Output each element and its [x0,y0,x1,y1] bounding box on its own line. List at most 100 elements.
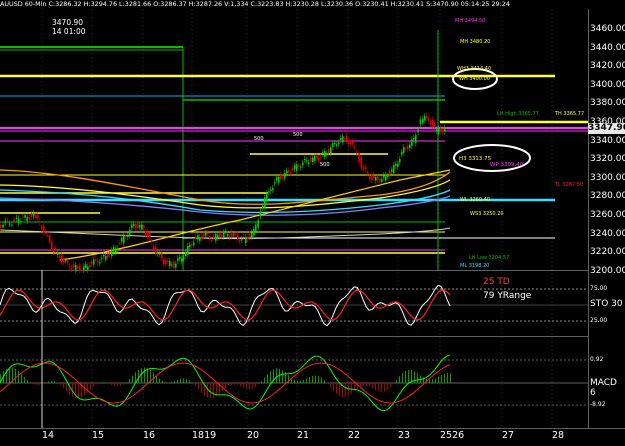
macd-histogram-bar [189,380,190,383]
macd-histogram-bar [378,383,379,392]
candle-body [28,217,31,220]
candle-body [257,220,259,228]
macd-histogram-bar [90,383,91,390]
macd-histogram-bar [66,383,67,392]
candle-body [367,172,369,174]
crosshair-readout: 3470.90 14 01:00 [52,18,86,36]
macd-histogram-bar [294,379,295,383]
macd-histogram-bar [282,370,283,383]
candle-body [61,254,63,263]
price-axis-tick: 3260.00 [590,210,625,220]
date-axis-tick: 28 [552,430,565,441]
macd-histogram-bar [387,383,388,390]
candle-body [20,221,22,223]
macd-histogram-bar [351,383,352,394]
candle-body [245,237,247,243]
candle-body [360,157,363,168]
candle-body [354,146,356,148]
candle-body [358,153,360,162]
candle-body [286,170,288,174]
macd-histogram-bar [93,383,94,387]
date-axis-tick: 1819 [192,430,217,441]
macd-histogram-bar [144,367,145,383]
macd-histogram-bar [210,383,211,399]
candle-body [213,236,215,239]
candle-body [115,248,117,252]
label-500a: 500 [254,136,264,142]
macd-histogram-bar [147,368,148,383]
macd-histogram-bar [57,382,58,384]
candle-body [362,167,365,170]
price-axis-tick: 3380.00 [590,98,625,109]
candle-body [284,172,286,179]
macd-histogram-bar [324,380,325,383]
macd-histogram-bar [159,378,160,383]
macd-histogram-bar [321,377,322,383]
candle-body [393,165,395,173]
price-axis-tick: 3240.00 [590,228,625,239]
macd-histogram-bar [267,374,268,383]
macd-histogram-bar [63,383,64,388]
candle-body [247,237,249,240]
candle-body [175,263,177,268]
macd-histogram-bar [435,378,436,383]
candle-body [308,162,310,164]
macd-histogram-bar [246,383,247,389]
candle-body [199,237,201,241]
macd-histogram-bar [105,382,106,384]
candle-body [139,225,141,228]
candle-body [151,240,153,242]
macd-histogram-bar [45,382,46,384]
candle-body [77,266,79,268]
macd-histogram-bar [384,383,385,392]
macd-histogram-bar [195,383,196,386]
candle-body [183,257,185,259]
macd-histogram-bar [336,383,337,394]
label-lh-high: LH High 3365.77 [497,111,539,117]
candle-body [205,233,207,236]
candle-body [4,220,7,224]
macd-histogram-bar [276,368,277,383]
candle-body [328,149,330,153]
candle-body [332,143,334,147]
macd-histogram-bar [249,383,250,390]
macd-histogram-bar [183,378,184,383]
candle-body [407,145,409,149]
label-wp: WP 3309.40 [490,162,524,168]
date-axis-tick: 22 [348,430,361,441]
candle-body [143,225,145,229]
candle-body [24,215,26,218]
macd-histogram-bar [132,375,133,383]
chart-canvas[interactable] [0,0,625,446]
macd-histogram-bar [438,376,439,383]
candle-body [59,256,61,259]
candle-body [22,216,24,218]
macd-histogram-bar [117,383,118,387]
macd-histogram-bar [261,381,262,383]
candle-body [324,151,326,157]
candle-body [207,232,209,235]
candle-body [53,248,55,252]
candle-body [75,265,77,271]
candle-body [262,205,264,209]
macd-histogram-bar [450,373,451,383]
macd-histogram-bar [393,383,394,384]
candle-body [272,187,274,191]
macd-histogram-bar [369,383,370,387]
macd-histogram-bar [402,373,403,383]
candle-body [153,246,155,250]
price-axis-tick: 3340.00 [590,135,625,146]
candle-body [381,179,383,182]
macd-histogram-bar [9,367,10,383]
macd-histogram-bar [114,383,115,386]
candle-body [405,148,407,150]
macd-histogram-bar [417,373,418,383]
candle-body [45,232,47,234]
candle-body [288,170,290,173]
candle-body [121,237,123,242]
candle-body [87,266,89,270]
candle-body [290,172,292,174]
candle-body [352,141,354,145]
macd-histogram-bar [165,382,166,383]
macd-histogram-bar [120,383,121,386]
